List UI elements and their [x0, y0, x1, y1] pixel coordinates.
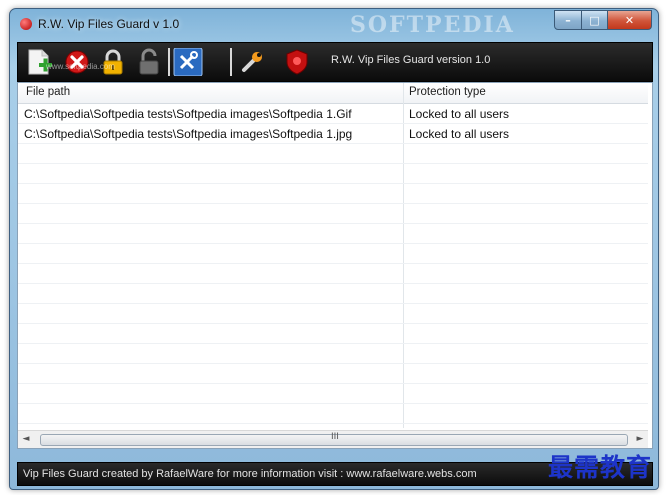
unlock-icon[interactable]: [134, 48, 164, 76]
scroll-left-arrow-icon[interactable]: ◄: [20, 434, 32, 444]
close-button[interactable]: ✕: [608, 10, 652, 30]
table-header: File path Protection type: [18, 83, 648, 104]
window-title: R.W. Vip Files Guard v 1.0: [38, 17, 180, 31]
file-path-cell[interactable]: C:\Softpedia\Softpedia tests\Softpedia i…: [24, 127, 352, 141]
file-path-cell[interactable]: C:\Softpedia\Softpedia tests\Softpedia i…: [24, 107, 352, 121]
row-line: [18, 263, 648, 264]
column-header-protection-type[interactable]: Protection type: [409, 86, 486, 98]
horizontal-scrollbar[interactable]: ◄ III ►: [18, 430, 648, 448]
row-line: [18, 163, 648, 164]
scroll-grip: III: [331, 432, 339, 442]
row-line: [18, 183, 648, 184]
row-line: [18, 323, 648, 324]
corner-watermark: 最需教育: [548, 453, 653, 482]
row-line: [18, 223, 648, 224]
toolbar-separator: [168, 48, 170, 76]
column-header-file-path[interactable]: File path: [26, 86, 70, 98]
toolbar-version-label: R.W. Vip Files Guard version 1.0: [331, 54, 491, 66]
row-line: [18, 343, 648, 344]
softpedia-watermark: SOFTPEDIA: [350, 12, 515, 38]
window-controls: – □ ✕: [554, 10, 652, 30]
row-line: [18, 283, 648, 284]
row-line: [18, 203, 648, 204]
protection-type-cell[interactable]: Locked to all users: [409, 107, 509, 121]
protection-type-cell[interactable]: Locked to all users: [409, 127, 509, 141]
minimize-button[interactable]: –: [554, 10, 582, 30]
title-bar[interactable]: R.W. Vip Files Guard v 1.0 SOFTPEDIA – □…: [10, 9, 658, 39]
status-text: Vip Files Guard created by RafaelWare fo…: [23, 468, 477, 480]
column-divider[interactable]: [403, 83, 404, 428]
row-line: [18, 123, 648, 124]
tools-icon[interactable]: [173, 47, 203, 77]
shield-icon[interactable]: [282, 48, 312, 76]
scroll-thumb[interactable]: III: [40, 432, 628, 446]
wrench-icon[interactable]: [238, 48, 268, 76]
row-line: [18, 243, 648, 244]
row-line: [18, 143, 648, 144]
maximize-button[interactable]: □: [582, 10, 608, 30]
app-icon: [20, 18, 32, 30]
app-window: R.W. Vip Files Guard v 1.0 SOFTPEDIA – □…: [9, 8, 659, 490]
scroll-right-arrow-icon[interactable]: ►: [634, 434, 646, 444]
row-line: [18, 383, 648, 384]
row-line: [18, 403, 648, 404]
row-line: [18, 303, 648, 304]
files-table[interactable]: File path Protection type C:\Softpedia\S…: [17, 82, 653, 449]
softpedia-url-watermark: www.softpedia.com: [46, 62, 115, 71]
row-line: [18, 363, 648, 364]
toolbar-separator: [230, 48, 232, 76]
row-line: [18, 423, 648, 424]
toolbar: R.W. Vip Files Guard version 1.0 www.sof…: [17, 42, 653, 82]
